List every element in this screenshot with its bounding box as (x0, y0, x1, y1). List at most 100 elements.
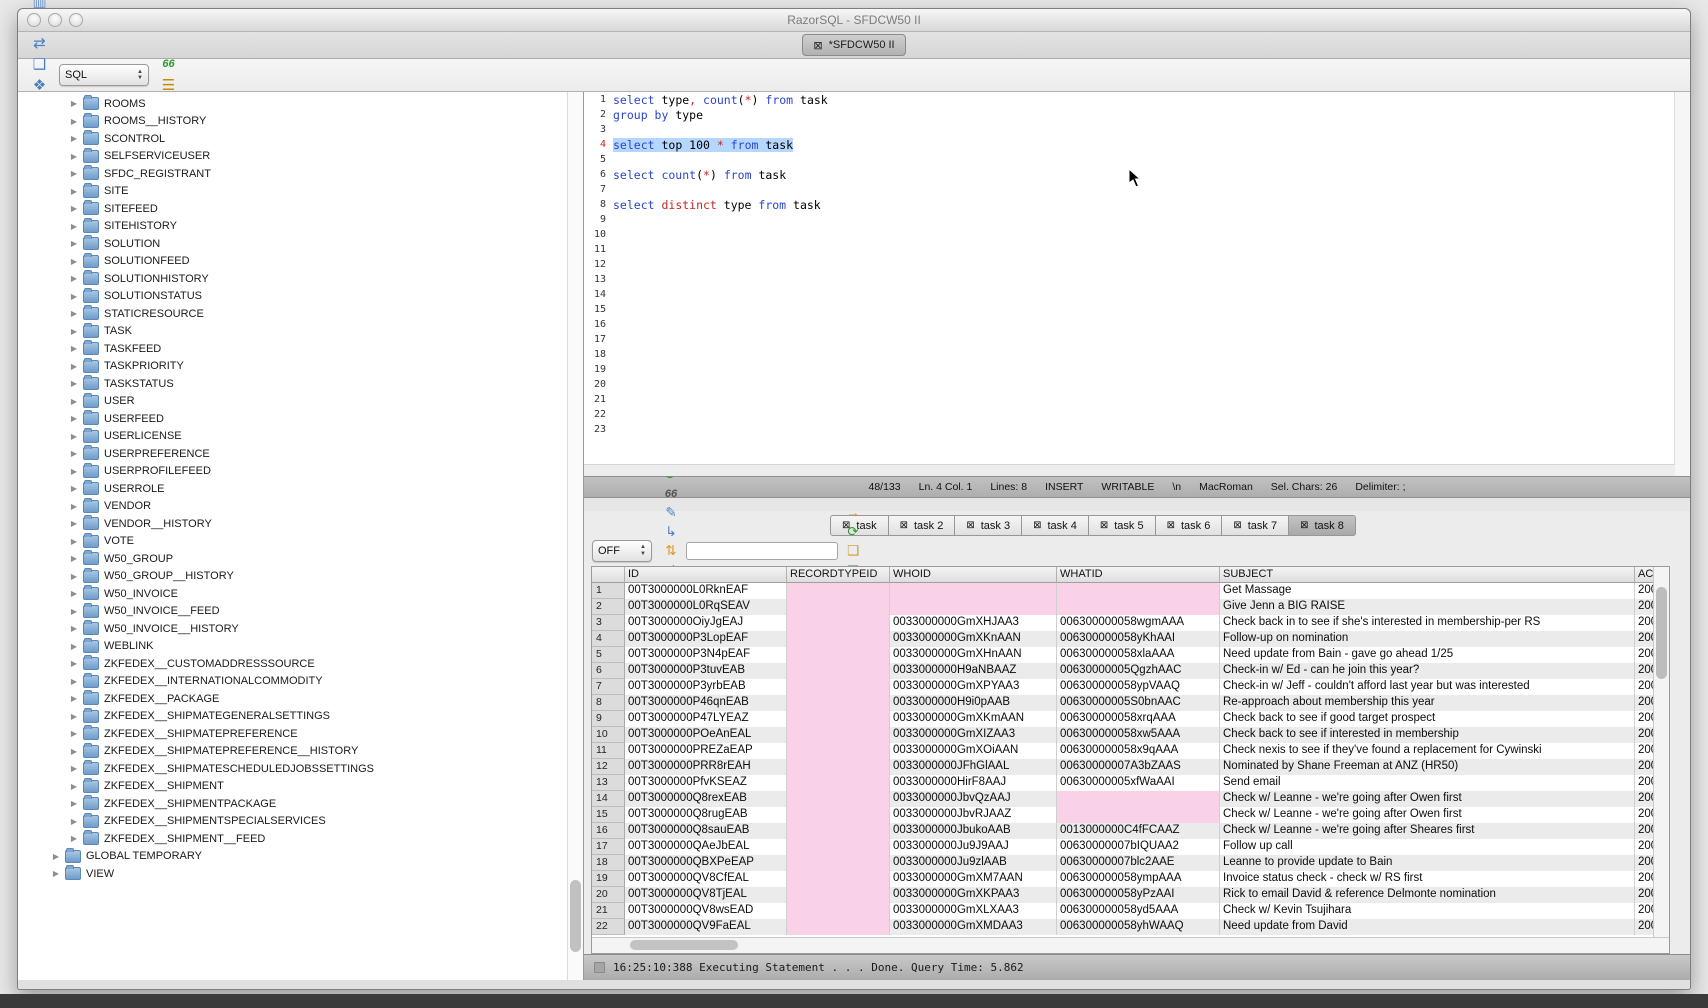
table-cell[interactable]: 006300000058xw5AAA (1057, 727, 1220, 743)
table-cell[interactable]: 006300000058ympAAA (1057, 871, 1220, 887)
tree-item-zkfedex__shipmentpackage[interactable]: ▶ZKFEDEX__SHIPMENTPACKAGE (18, 795, 583, 813)
table-cell[interactable]: Get Massage (1220, 583, 1635, 599)
table-cell[interactable]: Check back to see if good target prospec… (1220, 711, 1635, 727)
table-cell[interactable] (787, 887, 890, 903)
table-cell[interactable]: 00630000005QgzhAAC (1057, 663, 1220, 679)
grid-horizontal-scrollbar[interactable] (592, 937, 1669, 953)
tree-item-sfdc_registrant[interactable]: ▶SFDC_REGISTRANT (18, 165, 583, 183)
table-cell[interactable]: 0033000000HirF8AAJ (890, 775, 1057, 791)
tree-item-zkfedex__shipmentspecialservices[interactable]: ▶ZKFEDEX__SHIPMENTSPECIALSERVICES (18, 813, 583, 831)
tree-item-zkfedex__internationalcommodity[interactable]: ▶ZKFEDEX__INTERNATIONALCOMMODITY (18, 673, 583, 691)
table-cell[interactable] (787, 695, 890, 711)
table-row[interactable]: 1700T3000000QAeJbEAL0033000000Ju9J9AAJ00… (592, 839, 1669, 855)
table-cell[interactable]: 006300000058yd5AAA (1057, 903, 1220, 919)
table-cell[interactable]: 0033000000H9i0pAAB (890, 695, 1057, 711)
table-cell[interactable]: 0033000000GmXKPAA3 (890, 887, 1057, 903)
close-tab-icon[interactable]: ⊠ (1100, 520, 1108, 531)
tree-item-zkfedex__shipmatepreference[interactable]: ▶ZKFEDEX__SHIPMATEPREFERENCE (18, 725, 583, 743)
table-cell[interactable] (787, 919, 890, 935)
table-cell[interactable]: Check back in to see if she's interested… (1220, 615, 1635, 631)
tree-item-solution[interactable]: ▶SOLUTION (18, 235, 583, 253)
disclosure-triangle-icon[interactable]: ▶ (68, 729, 80, 738)
column-header[interactable] (592, 567, 625, 583)
table-cell[interactable] (787, 711, 890, 727)
table-cell[interactable]: 00T3000000P47LYEAZ (625, 711, 787, 727)
table-cell[interactable] (787, 615, 890, 631)
table-cell[interactable]: 0033000000Ju9J9AAJ (890, 839, 1057, 855)
table-cell[interactable] (787, 599, 890, 615)
disclosure-triangle-icon[interactable]: ▶ (68, 642, 80, 651)
disclosure-triangle-icon[interactable]: ▶ (68, 239, 80, 248)
table-cell[interactable]: 00T3000000QAeJbEAL (625, 839, 787, 855)
tree-item-userfeed[interactable]: ▶USERFEED (18, 410, 583, 428)
tree-item-user[interactable]: ▶USER (18, 393, 583, 411)
table-cell[interactable]: 00630000007A3bZAAS (1057, 759, 1220, 775)
table-cell[interactable]: 006300000058yPzAAI (1057, 887, 1220, 903)
table-cell[interactable]: 00T3000000L0RqSEAV (625, 599, 787, 615)
tree-item-userprofilefeed[interactable]: ▶USERPROFILEFEED (18, 463, 583, 481)
table-cell[interactable]: 0033000000Ju9zlAAB (890, 855, 1057, 871)
table-cell[interactable] (787, 647, 890, 663)
table-cell[interactable]: Follow up call (1220, 839, 1635, 855)
view-text-icon[interactable]: 66 (662, 484, 681, 503)
disclosure-triangle-icon[interactable]: ▶ (68, 187, 80, 196)
table-cell[interactable]: 006300000058xrqAAA (1057, 711, 1220, 727)
disclosure-triangle-icon[interactable]: ▶ (68, 747, 80, 756)
table-cell[interactable]: 00630000007bIQUAA2 (1057, 839, 1220, 855)
table-row[interactable]: 700T3000000P3yrbEAB0033000000GmXPYAA3006… (592, 679, 1669, 695)
tree-item-global temporary[interactable]: ▶GLOBAL TEMPORARY (18, 848, 583, 866)
tree-item-w50_invoice__feed[interactable]: ▶W50_INVOICE__FEED (18, 603, 583, 621)
table-row[interactable]: 900T3000000P47LYEAZ0033000000GmXKmAAN006… (592, 711, 1669, 727)
table-cell[interactable]: Need update from David (1220, 919, 1635, 935)
table-cell[interactable]: Check w/ Leanne - we're going after Owen… (1220, 807, 1635, 823)
editor-horizontal-scrollbar[interactable] (584, 464, 1675, 476)
tree-item-zkfedex__shipment__feed[interactable]: ▶ZKFEDEX__SHIPMENT__FEED (18, 830, 583, 848)
table-cell[interactable]: 00630000005xfWaAAI (1057, 775, 1220, 791)
table-cell[interactable]: Re-approach about membership this year (1220, 695, 1635, 711)
disclosure-triangle-icon[interactable]: ▶ (68, 817, 80, 826)
table-row[interactable]: 1600T3000000Q8sauEAB0033000000JbukoAAB00… (592, 823, 1669, 839)
tree-item-userrole[interactable]: ▶USERROLE (18, 480, 583, 498)
disclosure-triangle-icon[interactable]: ▶ (68, 677, 80, 686)
tree-item-vendor[interactable]: ▶VENDOR (18, 498, 583, 516)
quotes-icon[interactable]: 66 (158, 54, 179, 75)
tree-item-taskstatus[interactable]: ▶TASKSTATUS (18, 375, 583, 393)
table-cell[interactable]: 00T3000000PRR8rEAH (625, 759, 787, 775)
table-cell[interactable] (787, 775, 890, 791)
close-tab-icon[interactable]: ⊠ (813, 39, 822, 52)
disclosure-triangle-icon[interactable]: ▶ (68, 344, 80, 353)
tree-item-taskfeed[interactable]: ▶TASKFEED (18, 340, 583, 358)
close-tab-icon[interactable]: ⊠ (1167, 520, 1175, 531)
table-cell[interactable] (787, 663, 890, 679)
table-cell[interactable] (890, 599, 1057, 615)
table-row[interactable]: 1900T3000000QV8CfEAL0033000000GmXM7AAN00… (592, 871, 1669, 887)
table-row[interactable]: 200T3000000L0RqSEAVGive Jenn a BIG RAISE… (592, 599, 1669, 615)
table-cell[interactable] (787, 791, 890, 807)
result-tab-task-5[interactable]: ⊠task 5 (1089, 515, 1156, 536)
editor-vertical-scrollbar[interactable] (1674, 92, 1690, 476)
table-cell[interactable] (787, 679, 890, 695)
disclosure-triangle-icon[interactable]: ▶ (68, 572, 80, 581)
table-row[interactable]: 100T3000000L0RknEAFGet Massage200 (592, 583, 1669, 599)
column-header-whatid[interactable]: WHATID (1057, 567, 1220, 583)
column-header-recordtypeid[interactable]: RECORDTYPEID (787, 567, 890, 583)
find-next-icon[interactable]: → (844, 503, 863, 522)
table-cell[interactable]: 0033000000GmXOiAAN (890, 743, 1057, 759)
tree-item-task[interactable]: ▶TASK (18, 323, 583, 341)
table-cell[interactable]: 0033000000GmXIZAA3 (890, 727, 1057, 743)
table-cell[interactable]: 00T3000000Q8rexEAB (625, 791, 787, 807)
tree-item-w50_invoice__history[interactable]: ▶W50_INVOICE__HISTORY (18, 620, 583, 638)
disclosure-triangle-icon[interactable]: ▶ (68, 624, 80, 633)
sql-editor[interactable]: 1select type, count(*) from task2group b… (584, 92, 1690, 476)
table-cell[interactable]: 00T3000000QV8CfEAL (625, 871, 787, 887)
split-divider[interactable] (584, 498, 1690, 511)
table-cell[interactable]: Check w/ Kevin Tsujihara (1220, 903, 1635, 919)
document-tab[interactable]: ⊠ *SFDCW50 II (802, 34, 905, 56)
export-file-icon[interactable]: ⟳ (844, 522, 863, 541)
table-cell[interactable] (787, 743, 890, 759)
table-cell[interactable]: 00T3000000Q8rugEAB (625, 807, 787, 823)
disclosure-triangle-icon[interactable]: ▶ (68, 152, 80, 161)
result-tab-task-8[interactable]: ⊠task 8 (1289, 515, 1356, 536)
table-cell[interactable]: 0033000000JbvRJAAZ (890, 807, 1057, 823)
tree-item-userpreference[interactable]: ▶USERPREFERENCE (18, 445, 583, 463)
